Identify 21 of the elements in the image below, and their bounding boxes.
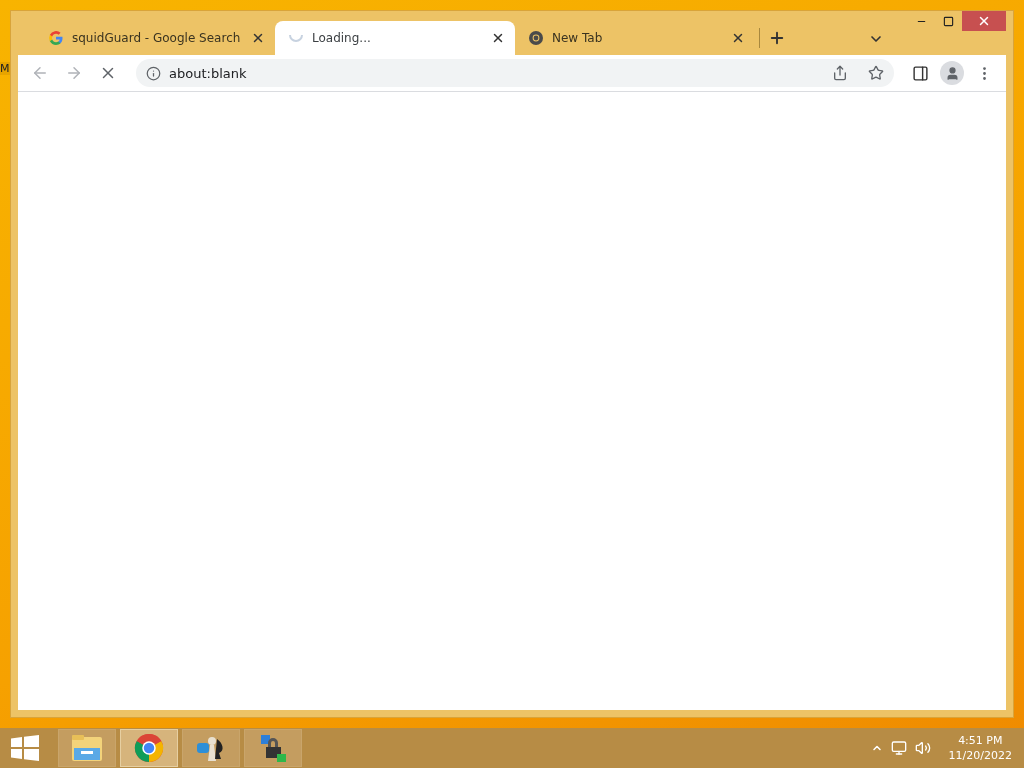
chrome-icon: [528, 30, 544, 46]
browser-tab[interactable]: squidGuard - Google Search: [35, 21, 275, 55]
taskbar-app-button[interactable]: [244, 729, 302, 767]
close-tab-icon[interactable]: [251, 31, 265, 45]
folder-icon: [71, 734, 103, 762]
chrome-icon: [134, 733, 164, 763]
info-icon: [146, 65, 161, 81]
browser-tab[interactable]: Loading...: [275, 21, 515, 55]
volume-icon[interactable]: [914, 740, 931, 756]
bookmark-star-icon[interactable]: [868, 65, 884, 81]
share-icon[interactable]: [832, 65, 848, 81]
google-icon: [48, 30, 64, 46]
address-bar[interactable]: about:blank: [136, 59, 894, 87]
close-tab-icon[interactable]: [731, 31, 745, 45]
close-tab-icon[interactable]: [491, 31, 505, 45]
network-icon[interactable]: [890, 740, 907, 756]
profile-avatar[interactable]: [940, 61, 964, 85]
taskbar-app-button[interactable]: [182, 729, 240, 767]
browser-tab[interactable]: New Tab: [515, 21, 755, 55]
desktop-icon-label: M: [0, 62, 10, 75]
loading-spinner-icon: [288, 34, 304, 42]
